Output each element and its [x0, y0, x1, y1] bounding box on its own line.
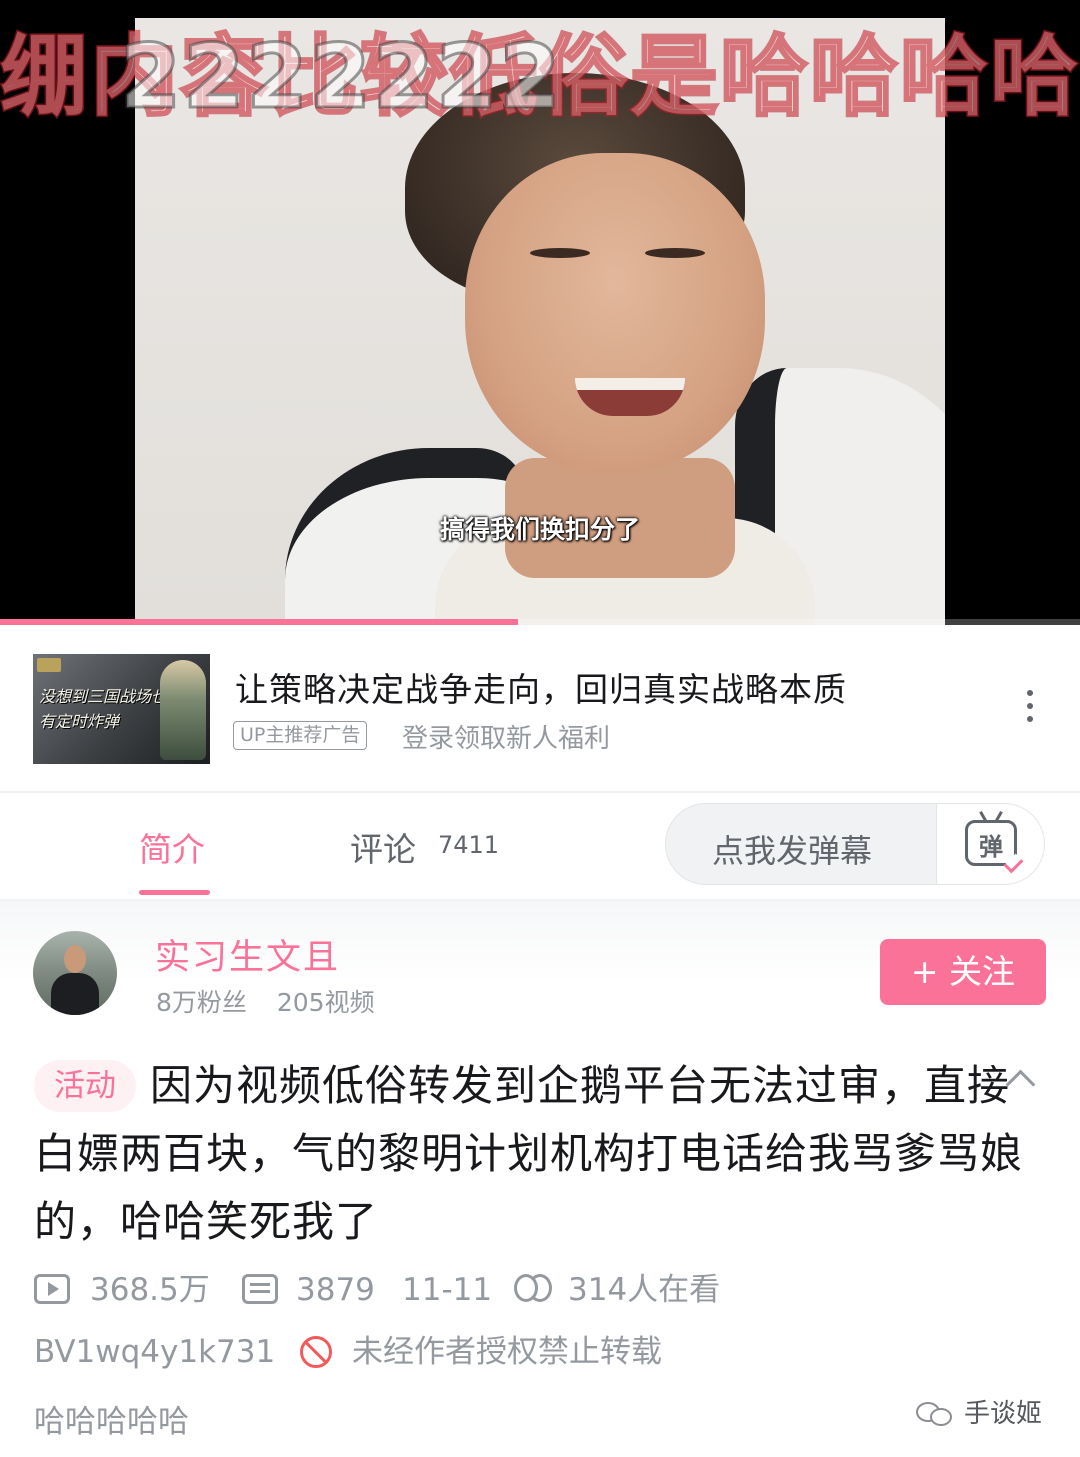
tab-bar: 简介 评论 7411 点我发弹幕 弹 — [0, 793, 1080, 901]
no-repost-icon — [300, 1336, 332, 1368]
ad-tag: UP主推荐广告 — [233, 721, 368, 750]
wechat-icon — [916, 1398, 956, 1430]
danmaku-count-icon — [242, 1274, 278, 1304]
author-section: 实习生文且 8万粉丝 205视频 + 关注 — [0, 901, 1080, 1041]
person-face — [465, 153, 765, 473]
copyright-notice: 未经作者授权禁止转载 — [352, 1334, 662, 1370]
game-logo-icon — [37, 658, 61, 672]
general-figure-icon — [160, 660, 206, 760]
danmaku-tv-icon: 弹 — [965, 811, 1024, 874]
danmaku-toggle-button[interactable]: 弹 — [936, 804, 1044, 884]
video-player[interactable]: 绷内容比较低俗是哈哈哈哈哈哈 2222222 搞得我们换扣分了 — [0, 0, 1080, 625]
ad-subtitle[interactable]: 登录领取新人福利 — [402, 718, 610, 755]
danmaku-count: 3879 — [296, 1272, 375, 1308]
avatar[interactable] — [33, 931, 117, 1015]
play-count-icon — [34, 1274, 70, 1304]
tab-comments[interactable]: 评论 — [350, 823, 416, 871]
video-title-text: 因为视频低俗转发到企鹅平台无法过审，直接白嫖两百块，气的黎明计划机构打电话给我骂… — [34, 1061, 1024, 1246]
follow-button[interactable]: + 关注 — [880, 939, 1046, 1005]
author-name[interactable]: 实习生文且 — [155, 929, 340, 980]
comments-count[interactable]: 7411 — [438, 831, 499, 859]
bv-id[interactable]: BV1wq4y1k731 — [34, 1330, 275, 1374]
author-meta: 8万粉丝 205视频 — [156, 983, 397, 1019]
danmaku-overlay: 绷内容比较低俗是哈哈哈哈哈哈 2222222 — [0, 22, 1080, 132]
danmaku-input-box[interactable]: 点我发弹幕 弹 — [665, 803, 1045, 885]
watermark-text: 手谈姬 — [964, 1399, 1043, 1429]
video-subtitle: 搞得我们换扣分了 — [439, 515, 640, 544]
viewers-count: 314人在看 — [568, 1272, 721, 1308]
publish-date: 11-11 — [402, 1272, 493, 1308]
video-tagline: 哈哈哈哈哈 — [34, 1404, 189, 1440]
ad-thumbnail-text: 没想到三国战场也有定时炸弹 — [39, 687, 168, 731]
danmaku-input[interactable]: 点我发弹幕 — [712, 826, 872, 872]
active-tab-indicator — [139, 890, 210, 895]
video-title: 活动 因为视频低俗转发到企鹅平台无法过审，直接白嫖两百块，气的黎明计划机构打电话给… — [34, 1052, 1024, 1256]
fans-count: 8万粉丝 — [156, 988, 247, 1017]
danmaku-comment: 2222222 — [119, 24, 563, 130]
more-options-icon[interactable] — [1015, 690, 1045, 730]
activity-tag[interactable]: 活动 — [34, 1060, 136, 1112]
viewers-icon — [514, 1272, 554, 1308]
ad-title[interactable]: 让策略决定战争走向，回归真实战略本质 — [235, 663, 847, 711]
ad-card[interactable]: 没想到三国战场也有定时炸弹 让策略决定战争走向，回归真实战略本质 UP主推荐广告… — [0, 625, 1080, 793]
ad-thumbnail[interactable]: 没想到三国战场也有定时炸弹 — [33, 654, 210, 764]
tab-intro[interactable]: 简介 — [139, 823, 205, 871]
videos-count: 205视频 — [276, 988, 375, 1017]
play-count: 368.5万 — [90, 1272, 210, 1308]
